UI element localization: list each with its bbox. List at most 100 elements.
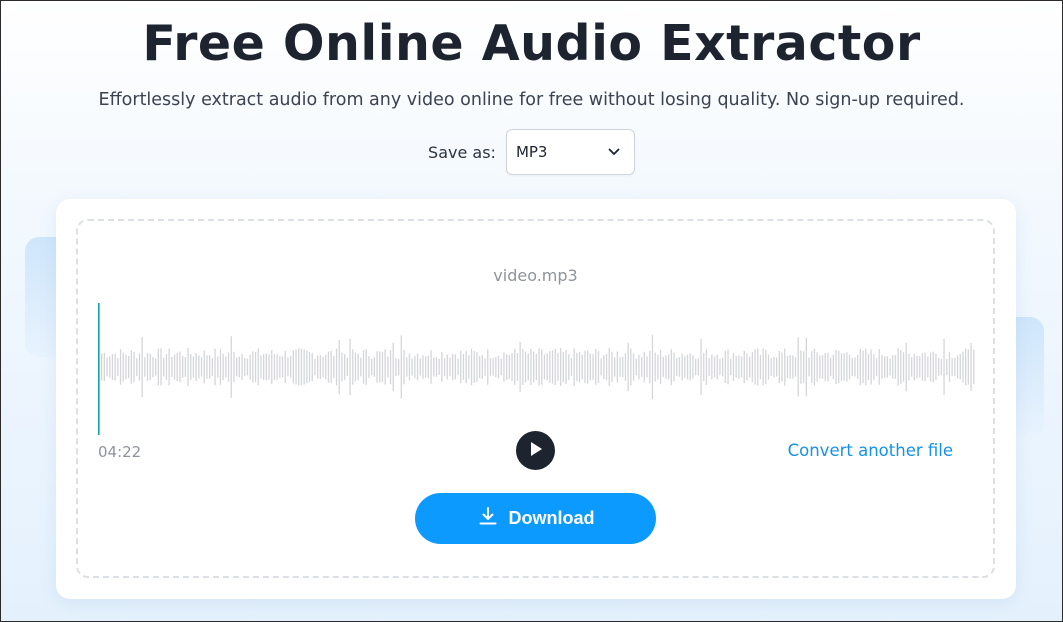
waveform-bar	[546, 353, 548, 381]
waveform-bar	[163, 357, 165, 377]
file-dropzone: video.mp3 04:22 Convert another file Dow…	[76, 219, 995, 578]
waveform-bar	[470, 348, 473, 386]
waveform-bar	[276, 354, 278, 380]
download-button[interactable]: Download	[415, 493, 656, 544]
waveform-bar	[281, 356, 284, 378]
waveform-bar	[605, 353, 608, 381]
waveform-bar	[465, 350, 467, 384]
waveform-bar	[865, 348, 867, 386]
waveform-bar	[686, 354, 689, 380]
playhead[interactable]	[98, 303, 100, 435]
waveform-bar	[743, 350, 745, 383]
waveform-bar	[665, 355, 667, 379]
page-title: Free Online Audio Extractor	[142, 15, 921, 72]
waveform-bar	[592, 354, 594, 380]
waveform-bar	[905, 342, 907, 392]
waveform-bar	[908, 353, 910, 381]
waveform-bar	[214, 348, 216, 386]
waveform-bar	[716, 354, 718, 380]
waveform-bar	[635, 358, 637, 376]
waveform-bar	[765, 350, 767, 384]
waveform-bar	[333, 356, 335, 378]
waveform-bar	[303, 349, 305, 385]
waveform-bar	[246, 358, 249, 376]
waveform-bar	[929, 352, 932, 382]
waveform-bar	[514, 349, 516, 385]
waveform-bar	[703, 352, 705, 382]
waveform-bar	[365, 349, 367, 385]
waveform-bar	[530, 349, 532, 385]
waveform-bar	[857, 354, 859, 380]
waveform-bar	[298, 348, 300, 386]
waveform-bar	[433, 357, 435, 377]
waveform-bar	[508, 354, 510, 380]
waveform-bar	[646, 356, 648, 378]
waveform-bar	[538, 348, 540, 386]
waveform-bar	[300, 348, 303, 386]
waveform-bar	[862, 350, 864, 384]
waveform-bar	[624, 353, 627, 381]
waveform-bar	[749, 356, 751, 378]
waveform-bar	[284, 350, 286, 384]
waveform-bar	[200, 357, 203, 377]
waveform-bar	[149, 353, 151, 381]
waveform-bar	[695, 358, 697, 376]
waveform-bar	[800, 350, 802, 384]
waveform-bar	[400, 335, 402, 399]
waveform-bar	[886, 356, 888, 378]
waveform-bar	[392, 342, 394, 392]
play-button[interactable]	[516, 431, 555, 470]
waveform-bar	[581, 354, 583, 380]
waveform-bar	[557, 353, 559, 381]
waveform-bar	[106, 357, 108, 377]
waveform-bar	[797, 337, 799, 397]
waveform-bar	[322, 356, 324, 378]
waveform-bar	[157, 348, 159, 386]
waveform-bar	[473, 351, 475, 383]
waveform-bar	[519, 341, 521, 393]
waveform-bar	[811, 351, 813, 383]
waveform-bar	[176, 352, 178, 381]
waveform-bar	[873, 354, 875, 380]
waveform-bar	[932, 351, 934, 383]
waveform-bar	[144, 357, 146, 377]
waveform-bar	[171, 356, 173, 378]
convert-another-file-link[interactable]: Convert another file	[788, 441, 953, 460]
waveform-bar	[484, 358, 486, 376]
waveform-bar	[311, 352, 313, 382]
waveform-bar	[516, 353, 519, 381]
waveform-bar	[789, 355, 791, 379]
waveform-bar	[948, 352, 951, 382]
waveform-bar	[786, 356, 789, 379]
waveform-bar	[152, 357, 154, 377]
waveform-bar	[724, 351, 726, 383]
audio-waveform[interactable]	[98, 303, 976, 435]
extractor-card: video.mp3 04:22 Convert another file Dow…	[56, 199, 1016, 599]
download-label: Download	[508, 508, 595, 528]
waveform-bar	[846, 352, 848, 382]
waveform-bar	[916, 355, 918, 379]
waveform-bar	[179, 351, 181, 383]
waveform-bar	[762, 348, 764, 386]
waveform-bar	[894, 355, 897, 379]
waveform-bar	[317, 355, 319, 379]
waveform-bar	[360, 357, 362, 377]
waveform-bar	[940, 359, 942, 375]
waveform-bar	[535, 354, 537, 381]
waveform-bar	[103, 352, 105, 382]
waveform-bar	[487, 349, 489, 385]
waveform-bar	[819, 355, 821, 379]
waveform-bar	[781, 352, 783, 382]
waveform-bar	[454, 354, 456, 380]
waveform-bar	[119, 349, 122, 385]
play-icon	[529, 441, 543, 461]
waveform-bar	[967, 349, 969, 385]
waveform-bar	[821, 355, 824, 379]
waveform-bar	[867, 354, 870, 380]
waveform-bar	[192, 356, 195, 378]
waveform-bar	[527, 353, 529, 381]
duration-label: 04:22	[98, 443, 142, 461]
waveform-bar	[101, 353, 103, 381]
format-select[interactable]: MP3	[505, 129, 635, 175]
waveform-bar	[217, 356, 219, 378]
